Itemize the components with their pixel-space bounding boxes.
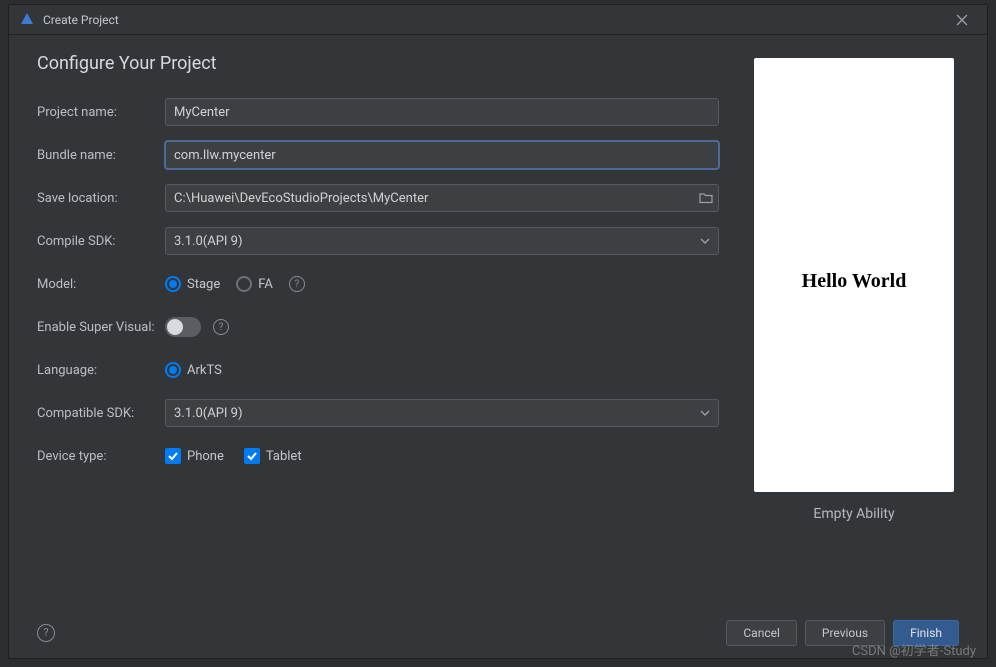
check-icon [165,448,181,464]
label-compile-sdk: Compile SDK: [37,234,165,249]
radio-stage-label: Stage [187,277,220,292]
compatible-sdk-select[interactable]: 3.1.0(API 9) [165,399,719,427]
compatible-sdk-value: 3.1.0(API 9) [174,406,243,421]
compile-sdk-value: 3.1.0(API 9) [174,234,243,249]
preview-caption: Empty Ability [813,506,894,522]
row-compatible-sdk: Compatible SDK: 3.1.0(API 9) [37,399,719,427]
radio-arkts-label: ArkTS [187,363,222,378]
radio-icon [236,276,252,292]
close-icon[interactable] [947,5,977,35]
dialog-body: Configure Your Project Project name: Bun… [9,35,987,606]
radio-icon [165,362,181,378]
checkbox-phone-label: Phone [187,449,224,464]
watermark: CSDN @初学者-Study [852,640,976,659]
preview-text: Hello World [802,270,907,293]
row-compile-sdk: Compile SDK: 3.1.0(API 9) [37,227,719,255]
help-icon[interactable]: ? [213,319,229,335]
chevron-down-icon [700,408,710,418]
page-title: Configure Your Project [37,53,719,74]
row-model: Model: Stage FA ? [37,270,719,298]
project-name-input[interactable] [165,98,719,126]
label-super-visual: Enable Super Visual: [37,320,165,335]
label-model: Model: [37,277,165,292]
radio-arkts[interactable]: ArkTS [165,362,222,378]
label-device-type: Device type: [37,449,165,464]
radio-icon [165,276,181,292]
checkbox-tablet[interactable]: Tablet [244,448,302,464]
checkbox-tablet-label: Tablet [266,449,302,464]
row-language: Language: ArkTS [37,356,719,384]
cancel-button[interactable]: Cancel [726,620,797,646]
chevron-down-icon [700,236,710,246]
create-project-dialog: Create Project Configure Your Project Pr… [8,4,988,659]
window-title: Create Project [43,13,947,27]
label-project-name: Project name: [37,105,165,120]
row-bundle-name: Bundle name: [37,141,719,169]
titlebar: Create Project [9,5,987,35]
row-device-type: Device type: Phone Tablet [37,442,719,470]
row-save-location: Save location: [37,184,719,212]
label-bundle-name: Bundle name: [37,148,165,163]
label-save-location: Save location: [37,191,165,206]
bundle-name-input[interactable] [165,141,719,169]
checkbox-phone[interactable]: Phone [165,448,224,464]
super-visual-toggle[interactable] [165,317,201,337]
footer: ? Cancel Previous Finish [9,606,987,658]
preview-area: Hello World Empty Ability [749,53,959,596]
label-compatible-sdk: Compatible SDK: [37,406,165,421]
help-icon[interactable]: ? [37,624,55,642]
radio-fa-label: FA [258,277,273,292]
form-area: Configure Your Project Project name: Bun… [37,53,749,596]
radio-stage[interactable]: Stage [165,276,220,292]
compile-sdk-select[interactable]: 3.1.0(API 9) [165,227,719,255]
preview-device: Hello World [754,58,954,492]
save-location-input[interactable] [165,184,719,212]
label-language: Language: [37,363,165,378]
check-icon [244,448,260,464]
row-project-name: Project name: [37,98,719,126]
radio-fa[interactable]: FA [236,276,273,292]
help-icon[interactable]: ? [289,276,305,292]
folder-icon[interactable] [699,191,713,205]
app-icon [19,12,35,28]
row-super-visual: Enable Super Visual: ? [37,313,719,341]
